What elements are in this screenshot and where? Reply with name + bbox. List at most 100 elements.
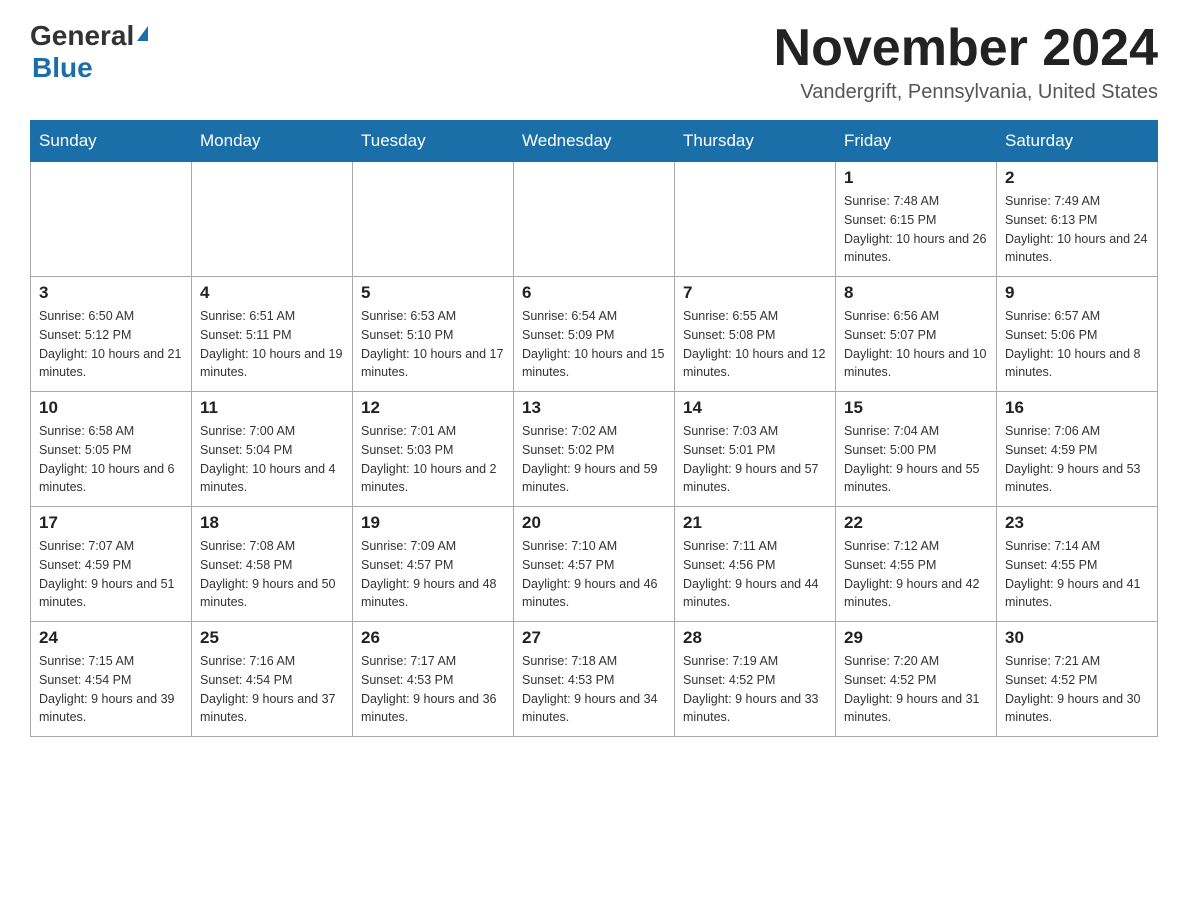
day-number: 21 bbox=[683, 513, 827, 533]
day-cell: 8 Sunrise: 6:56 AM Sunset: 5:07 PM Daylig… bbox=[836, 277, 997, 392]
day-cell: 13 Sunrise: 7:02 AM Sunset: 5:02 PM Dayli… bbox=[514, 392, 675, 507]
day-info: Sunrise: 7:48 AM Sunset: 6:15 PM Dayligh… bbox=[844, 192, 988, 267]
day-info: Sunrise: 6:50 AM Sunset: 5:12 PM Dayligh… bbox=[39, 307, 183, 382]
day-cell: 2Sunrise: 7:49 AM Sunset: 6:13 PM Daylig… bbox=[997, 162, 1158, 277]
week-row-1: 1Sunrise: 7:48 AM Sunset: 6:15 PM Daylig… bbox=[31, 162, 1158, 277]
day-cell: 15 Sunrise: 7:04 AM Sunset: 5:00 PM Dayli… bbox=[836, 392, 997, 507]
day-number: 17 bbox=[39, 513, 183, 533]
day-number: 27 bbox=[522, 628, 666, 648]
day-number: 20 bbox=[522, 513, 666, 533]
day-number: 6 bbox=[522, 283, 666, 303]
day-info: Sunrise: 6:57 AM Sunset: 5:06 PM Dayligh… bbox=[1005, 307, 1149, 382]
title-area: November 2024 Vandergrift, Pennsylvania,… bbox=[774, 20, 1158, 104]
logo-arrow-icon bbox=[137, 26, 148, 41]
day-cell: 12Sunrise: 7:01 AM Sunset: 5:03 PM Dayli… bbox=[353, 392, 514, 507]
day-cell: 25Sunrise: 7:16 AM Sunset: 4:54 PM Dayli… bbox=[192, 622, 353, 737]
day-number: 13 bbox=[522, 398, 666, 418]
day-cell: 16 Sunrise: 7:06 AM Sunset: 4:59 PM Dayli… bbox=[997, 392, 1158, 507]
day-cell: 1Sunrise: 7:48 AM Sunset: 6:15 PM Daylig… bbox=[836, 162, 997, 277]
day-number: 22 bbox=[844, 513, 988, 533]
day-info: Sunrise: 6:58 AM Sunset: 5:05 PM Dayligh… bbox=[39, 422, 183, 497]
day-number: 4 bbox=[200, 283, 344, 303]
day-number: 19 bbox=[361, 513, 505, 533]
day-cell: 20 Sunrise: 7:10 AM Sunset: 4:57 PM Dayli… bbox=[514, 507, 675, 622]
day-number: 2 bbox=[1005, 168, 1149, 188]
day-number: 14 bbox=[683, 398, 827, 418]
day-info: Sunrise: 6:53 AM Sunset: 5:10 PM Dayligh… bbox=[361, 307, 505, 382]
week-row-5: 24 Sunrise: 7:15 AM Sunset: 4:54 PM Dayli… bbox=[31, 622, 1158, 737]
day-cell: 6 Sunrise: 6:54 AM Sunset: 5:09 PM Daylig… bbox=[514, 277, 675, 392]
day-cell: 14 Sunrise: 7:03 AM Sunset: 5:01 PM Dayli… bbox=[675, 392, 836, 507]
day-cell: 3 Sunrise: 6:50 AM Sunset: 5:12 PM Daylig… bbox=[31, 277, 192, 392]
day-cell: 5 Sunrise: 6:53 AM Sunset: 5:10 PM Daylig… bbox=[353, 277, 514, 392]
day-cell: 19 Sunrise: 7:09 AM Sunset: 4:57 PM Dayli… bbox=[353, 507, 514, 622]
day-number: 23 bbox=[1005, 513, 1149, 533]
day-cell: 10 Sunrise: 6:58 AM Sunset: 5:05 PM Dayli… bbox=[31, 392, 192, 507]
day-number: 15 bbox=[844, 398, 988, 418]
day-info: Sunrise: 7:17 AM Sunset: 4:53 PM Dayligh… bbox=[361, 652, 505, 727]
logo-general-text: General bbox=[30, 20, 134, 52]
day-cell: 27 Sunrise: 7:18 AM Sunset: 4:53 PM Dayli… bbox=[514, 622, 675, 737]
weekday-header-sunday: Sunday bbox=[31, 121, 192, 162]
day-info: Sunrise: 6:51 AM Sunset: 5:11 PM Dayligh… bbox=[200, 307, 344, 382]
day-cell: 22 Sunrise: 7:12 AM Sunset: 4:55 PM Dayli… bbox=[836, 507, 997, 622]
calendar-table: SundayMondayTuesdayWednesdayThursdayFrid… bbox=[30, 120, 1158, 737]
week-row-3: 10 Sunrise: 6:58 AM Sunset: 5:05 PM Dayli… bbox=[31, 392, 1158, 507]
day-cell: 21 Sunrise: 7:11 AM Sunset: 4:56 PM Dayli… bbox=[675, 507, 836, 622]
day-info: Sunrise: 7:08 AM Sunset: 4:58 PM Dayligh… bbox=[200, 537, 344, 612]
day-info: Sunrise: 7:18 AM Sunset: 4:53 PM Dayligh… bbox=[522, 652, 666, 727]
day-info: Sunrise: 7:11 AM Sunset: 4:56 PM Dayligh… bbox=[683, 537, 827, 612]
week-row-4: 17 Sunrise: 7:07 AM Sunset: 4:59 PM Dayli… bbox=[31, 507, 1158, 622]
day-number: 29 bbox=[844, 628, 988, 648]
header: General Blue November 2024 Vandergrift, … bbox=[30, 20, 1158, 104]
day-info: Sunrise: 7:03 AM Sunset: 5:01 PM Dayligh… bbox=[683, 422, 827, 497]
day-cell: 29 Sunrise: 7:20 AM Sunset: 4:52 PM Dayli… bbox=[836, 622, 997, 737]
weekday-header-tuesday: Tuesday bbox=[353, 121, 514, 162]
day-info: Sunrise: 7:21 AM Sunset: 4:52 PM Dayligh… bbox=[1005, 652, 1149, 727]
day-cell bbox=[31, 162, 192, 277]
day-info: Sunrise: 7:20 AM Sunset: 4:52 PM Dayligh… bbox=[844, 652, 988, 727]
month-title: November 2024 bbox=[774, 20, 1158, 77]
weekday-header-wednesday: Wednesday bbox=[514, 121, 675, 162]
day-cell: 17 Sunrise: 7:07 AM Sunset: 4:59 PM Dayli… bbox=[31, 507, 192, 622]
day-info: Sunrise: 6:55 AM Sunset: 5:08 PM Dayligh… bbox=[683, 307, 827, 382]
day-info: Sunrise: 7:12 AM Sunset: 4:55 PM Dayligh… bbox=[844, 537, 988, 612]
weekday-header-monday: Monday bbox=[192, 121, 353, 162]
day-cell: 18 Sunrise: 7:08 AM Sunset: 4:58 PM Dayli… bbox=[192, 507, 353, 622]
day-number: 10 bbox=[39, 398, 183, 418]
day-cell: 7Sunrise: 6:55 AM Sunset: 5:08 PM Daylig… bbox=[675, 277, 836, 392]
day-info: Sunrise: 7:09 AM Sunset: 4:57 PM Dayligh… bbox=[361, 537, 505, 612]
day-cell: 26 Sunrise: 7:17 AM Sunset: 4:53 PM Dayli… bbox=[353, 622, 514, 737]
day-number: 26 bbox=[361, 628, 505, 648]
day-cell bbox=[192, 162, 353, 277]
day-number: 18 bbox=[200, 513, 344, 533]
day-cell: 9 Sunrise: 6:57 AM Sunset: 5:06 PM Daylig… bbox=[997, 277, 1158, 392]
logo: General Blue bbox=[30, 20, 148, 84]
day-number: 16 bbox=[1005, 398, 1149, 418]
day-info: Sunrise: 7:02 AM Sunset: 5:02 PM Dayligh… bbox=[522, 422, 666, 497]
day-info: Sunrise: 6:54 AM Sunset: 5:09 PM Dayligh… bbox=[522, 307, 666, 382]
day-cell: 28Sunrise: 7:19 AM Sunset: 4:52 PM Dayli… bbox=[675, 622, 836, 737]
day-number: 28 bbox=[683, 628, 827, 648]
logo-blue-text: Blue bbox=[32, 52, 93, 84]
day-info: Sunrise: 7:06 AM Sunset: 4:59 PM Dayligh… bbox=[1005, 422, 1149, 497]
day-number: 3 bbox=[39, 283, 183, 303]
day-number: 24 bbox=[39, 628, 183, 648]
day-info: Sunrise: 7:01 AM Sunset: 5:03 PM Dayligh… bbox=[361, 422, 505, 497]
day-info: Sunrise: 7:15 AM Sunset: 4:54 PM Dayligh… bbox=[39, 652, 183, 727]
day-info: Sunrise: 7:04 AM Sunset: 5:00 PM Dayligh… bbox=[844, 422, 988, 497]
day-cell bbox=[675, 162, 836, 277]
day-info: Sunrise: 7:07 AM Sunset: 4:59 PM Dayligh… bbox=[39, 537, 183, 612]
day-cell: 4 Sunrise: 6:51 AM Sunset: 5:11 PM Daylig… bbox=[192, 277, 353, 392]
day-info: Sunrise: 6:56 AM Sunset: 5:07 PM Dayligh… bbox=[844, 307, 988, 382]
weekday-header-saturday: Saturday bbox=[997, 121, 1158, 162]
day-info: Sunrise: 7:10 AM Sunset: 4:57 PM Dayligh… bbox=[522, 537, 666, 612]
day-cell: 23Sunrise: 7:14 AM Sunset: 4:55 PM Dayli… bbox=[997, 507, 1158, 622]
day-number: 30 bbox=[1005, 628, 1149, 648]
weekday-header-friday: Friday bbox=[836, 121, 997, 162]
day-number: 9 bbox=[1005, 283, 1149, 303]
day-number: 8 bbox=[844, 283, 988, 303]
day-number: 5 bbox=[361, 283, 505, 303]
location-title: Vandergrift, Pennsylvania, United States bbox=[774, 81, 1158, 104]
day-number: 25 bbox=[200, 628, 344, 648]
